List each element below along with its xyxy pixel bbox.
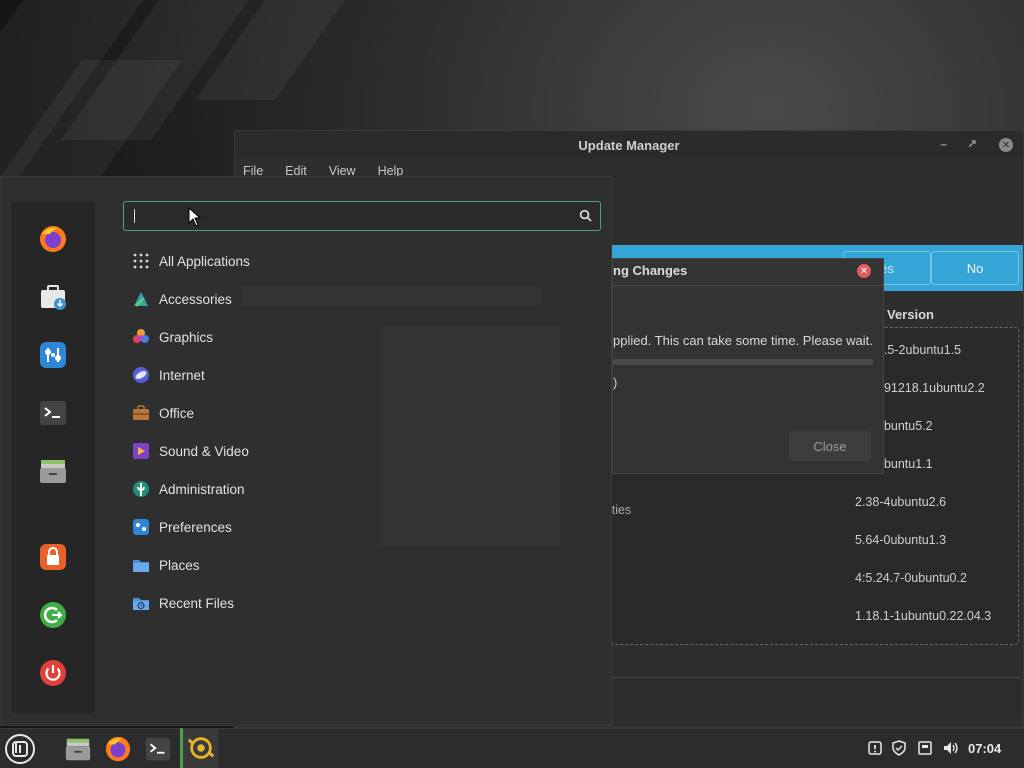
shutdown-icon[interactable]: [37, 657, 69, 689]
update-manager-icon[interactable]: [180, 728, 218, 768]
maximize-icon[interactable]: ↗: [967, 137, 977, 151]
office-icon: [131, 403, 151, 423]
version-cell: 5.64-0ubuntu1.3: [855, 533, 947, 547]
software-manager-icon[interactable]: [37, 281, 69, 313]
category-sound-video[interactable]: Sound & Video: [131, 439, 249, 463]
category-label: Office: [159, 405, 195, 421]
version-cell: 191218.1ubuntu2.2: [877, 381, 985, 395]
applying-changes-dialog: ng Changes ✕ pplied. This can take some …: [612, 258, 884, 474]
category-label: Sound & Video: [159, 443, 249, 459]
lock-screen-icon[interactable]: [37, 541, 69, 573]
category-label: Administration: [159, 481, 245, 497]
update-manager-titlebar[interactable]: Update Manager – ↗ ✕: [235, 131, 1023, 159]
category-recent-files[interactable]: Recent Files: [131, 591, 234, 615]
close-icon[interactable]: ✕: [999, 138, 1013, 152]
version-cell: 2.38-4ubuntu2.6: [855, 495, 947, 509]
category-internet[interactable]: Internet: [131, 363, 205, 387]
ghost-content: [381, 327, 561, 547]
grid-icon: [131, 251, 151, 271]
dialog-message: pplied. This can take some time. Please …: [613, 333, 873, 348]
category-preferences[interactable]: Preferences: [131, 515, 232, 539]
favorites-sidebar: [11, 201, 95, 713]
graphics-icon: [131, 327, 151, 347]
volume-icon[interactable]: [942, 739, 960, 757]
ghost-content: [241, 287, 541, 305]
category-label: Recent Files: [159, 595, 235, 611]
minimize-icon[interactable]: –: [940, 137, 947, 151]
category-label: Accessories: [159, 291, 232, 307]
internet-icon: [131, 365, 151, 385]
terminal-icon[interactable]: [37, 397, 69, 429]
window-title: Update Manager: [578, 137, 680, 153]
category-all-applications[interactable]: All Applications: [131, 249, 250, 273]
progress-bar: [613, 359, 873, 365]
category-label: Graphics: [159, 329, 214, 345]
system-settings-icon[interactable]: [37, 339, 69, 371]
version-cell: 1.18.1-1ubuntu0.22.04.3: [855, 609, 992, 623]
mouse-pointer-icon: [188, 206, 202, 230]
category-label: Internet: [159, 367, 205, 383]
category-label: Preferences: [159, 519, 232, 535]
category-places[interactable]: Places: [131, 553, 200, 577]
dialog-title: ng Changes: [613, 263, 688, 278]
divider: [613, 285, 883, 286]
files-icon[interactable]: [62, 733, 94, 765]
mint-menu-icon[interactable]: [4, 733, 36, 765]
statusbar: [611, 677, 1021, 718]
partial-description: ities: [609, 503, 632, 517]
version-column-header[interactable]: Version: [887, 307, 934, 322]
files-icon[interactable]: [37, 455, 69, 487]
category-graphics[interactable]: Graphics: [131, 325, 213, 349]
no-button[interactable]: No: [931, 251, 1019, 285]
version-cell: ubuntu1.1: [877, 457, 933, 471]
search-icon: [579, 209, 592, 225]
clock[interactable]: 07:04: [968, 741, 1001, 756]
logout-icon[interactable]: [37, 599, 69, 631]
taskbar: 07:04: [0, 728, 1024, 768]
category-label: Places: [159, 557, 200, 573]
update-shield-icon[interactable]: [866, 739, 884, 757]
text-caret: [134, 209, 135, 223]
category-office[interactable]: Office: [131, 401, 194, 425]
terminal-icon[interactable]: [142, 733, 174, 765]
start-menu: All Applications Accessories Graphics In…: [0, 176, 612, 726]
version-cell: 7.5-2ubuntu1.5: [877, 343, 962, 357]
shield-icon[interactable]: [890, 739, 908, 757]
firefox-icon[interactable]: [37, 223, 69, 255]
network-icon[interactable]: [916, 739, 934, 757]
sound-video-icon: [131, 441, 151, 461]
recent-files-icon: [131, 593, 151, 613]
firefox-icon[interactable]: [102, 733, 134, 765]
dialog-close-button[interactable]: Close: [789, 431, 871, 461]
preferences-icon: [131, 517, 151, 537]
dialog-detail: ): [613, 375, 618, 390]
category-label: All Applications: [159, 253, 250, 269]
administration-icon: [131, 479, 151, 499]
category-accessories[interactable]: Accessories: [131, 287, 232, 311]
category-administration[interactable]: Administration: [131, 477, 245, 501]
version-cell: ubuntu5.2: [877, 419, 933, 433]
folder-icon: [131, 555, 151, 575]
accessories-icon: [131, 289, 151, 309]
dialog-close-icon[interactable]: ✕: [857, 264, 871, 278]
version-cell: 4:5.24.7-0ubuntu0.2: [855, 571, 967, 585]
